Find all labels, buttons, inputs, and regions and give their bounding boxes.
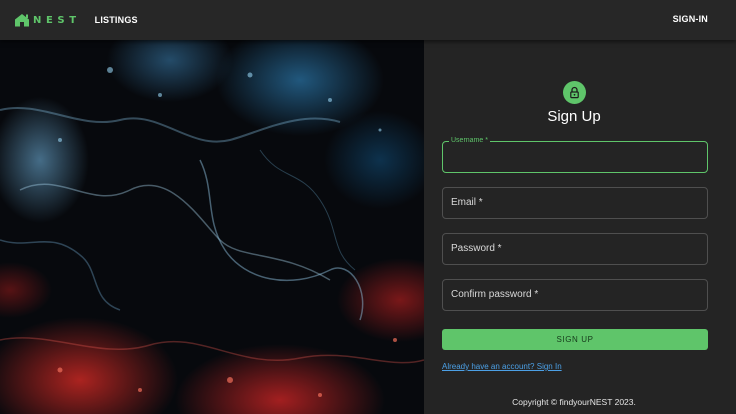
confirm-password-field[interactable]: Confirm password * [442,279,708,311]
password-label: Password * [451,243,502,254]
sign-in-link[interactable]: Already have an account? Sign In [442,362,562,371]
page-title: Sign Up [547,108,601,125]
hero-artwork-image [0,40,424,414]
sign-up-panel: Sign Up Username * Email * Password * Co… [424,40,736,414]
password-field[interactable]: Password * [442,233,708,265]
top-navigation-bar: NEST LISTINGS SIGN-IN [0,0,736,40]
sign-up-button[interactable]: SIGN UP [442,329,708,350]
confirm-password-label: Confirm password * [451,289,539,300]
lock-avatar [563,81,586,104]
username-input[interactable] [443,142,707,172]
lock-icon [570,86,579,99]
nav-link-listings[interactable]: LISTINGS [95,15,138,25]
brand-name: NEST [33,14,81,26]
username-field[interactable]: Username * [442,136,708,173]
brand-logo[interactable]: NEST [14,0,81,40]
email-label: Email * [451,197,483,208]
nav-link-sign-in[interactable]: SIGN-IN [673,14,708,24]
fluid-art-texture [0,67,424,397]
house-icon [15,14,29,27]
email-field[interactable]: Email * [442,187,708,219]
copyright-text: Copyright © findyourNEST 2023. [512,397,636,407]
